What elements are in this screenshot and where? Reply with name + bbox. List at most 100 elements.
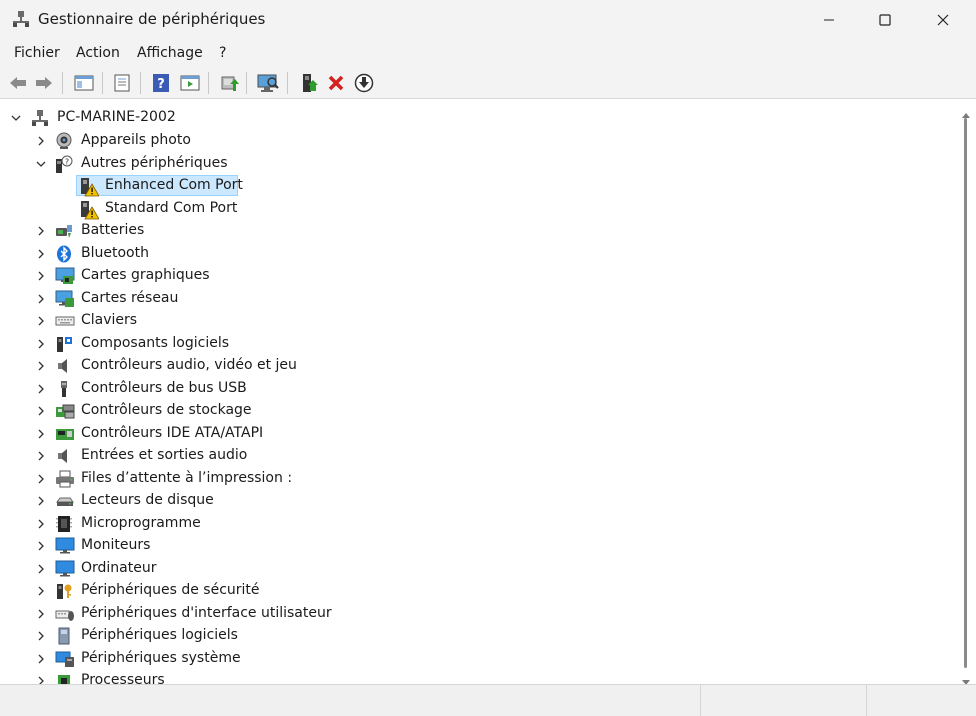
tree-item-lecteurs-de-disque[interactable]: Lecteurs de disque <box>3 490 943 512</box>
maximize-button[interactable] <box>862 0 908 40</box>
chevron-down-icon[interactable] <box>35 158 47 170</box>
tree-item-label: Batteries <box>81 222 145 238</box>
tree-item-controleurs-ide-ata-atapi[interactable]: Contrôleurs IDE ATA/ATAPI <box>3 423 943 445</box>
vertical-scrollbar[interactable] <box>957 102 975 685</box>
tree-item-composants-logiciels[interactable]: Composants logiciels <box>3 333 943 355</box>
chevron-right-icon[interactable] <box>35 473 47 485</box>
tree-item-controleurs-de-bus-usb[interactable]: Contrôleurs de bus USB <box>3 378 943 400</box>
chevron-right-icon[interactable] <box>35 450 47 462</box>
speaker-icon <box>55 357 73 375</box>
forward-arrow-icon[interactable] <box>32 71 56 95</box>
tree-item-batteries[interactable]: Batteries <box>3 220 943 242</box>
chevron-right-icon[interactable] <box>35 293 47 305</box>
title-bar: Gestionnaire de périphériques <box>0 0 976 40</box>
chevron-right-icon[interactable] <box>35 428 47 440</box>
disable-device-icon[interactable] <box>352 71 376 95</box>
enable-device-icon[interactable] <box>296 71 320 95</box>
chevron-right-icon[interactable] <box>35 315 47 327</box>
tree-item-enhanced-com-port[interactable]: Enhanced Com Port <box>3 175 943 197</box>
chevron-right-icon[interactable] <box>35 540 47 552</box>
svg-text:?: ? <box>157 77 165 92</box>
tree-item-label: Moniteurs <box>81 537 151 553</box>
chevron-right-icon[interactable] <box>35 383 47 395</box>
tree-item-controleurs-audio-video-et-jeu[interactable]: Contrôleurs audio, vidéo et jeu <box>3 355 943 377</box>
chevron-right-icon[interactable] <box>35 135 47 147</box>
monitor-icon <box>55 537 75 555</box>
tree-item-entrees-et-sorties-audio[interactable]: Entrées et sorties audio <box>3 445 943 467</box>
scroll-thumb[interactable] <box>964 118 967 668</box>
chevron-right-icon[interactable] <box>35 585 47 597</box>
show-hide-console-tree-icon[interactable] <box>72 71 96 95</box>
tree-item-microprogramme[interactable]: Microprogramme <box>3 513 943 535</box>
menu-bar: Fichier Action Affichage ? <box>0 40 976 68</box>
properties-icon[interactable] <box>110 71 134 95</box>
device-tree[interactable]: PC-MARINE-2002 Appareils photo ? Autres pé… <box>3 102 956 684</box>
tree-item-moniteurs[interactable]: Moniteurs <box>3 535 943 557</box>
chevron-right-icon[interactable] <box>35 360 47 372</box>
tree-item-label: Contrôleurs de bus USB <box>81 380 247 396</box>
chevron-right-icon[interactable] <box>35 225 47 237</box>
tree-item-label: Périphériques d'interface utilisateur <box>81 605 332 621</box>
toolbar-separator <box>140 72 141 94</box>
tree-root[interactable]: PC-MARINE-2002 <box>3 107 943 129</box>
warning-device-icon <box>79 177 100 197</box>
toolbar: ? <box>0 68 976 99</box>
tree-item-label: Cartes réseau <box>81 290 179 306</box>
tree-item-autres-peripheriques[interactable]: ? Autres périphériques <box>3 153 943 175</box>
menu-help[interactable]: ? <box>219 45 226 61</box>
tree-item-files-d-attente-a-l-impression[interactable]: Files d’attente à l’impression : <box>3 468 943 490</box>
update-driver-icon[interactable] <box>217 71 241 95</box>
tree-item-peripheriques-d-interface-utilisateur[interactable]: Périphériques d'interface utilisateur <box>3 603 943 625</box>
unknown-device-icon: ? <box>55 155 73 173</box>
chevron-right-icon[interactable] <box>35 248 47 260</box>
help-icon[interactable]: ? <box>149 71 173 95</box>
tree-item-label: Contrôleurs IDE ATA/ATAPI <box>81 425 264 441</box>
tree-item-label: Appareils photo <box>81 132 191 148</box>
tree-item-bluetooth[interactable]: Bluetooth <box>3 243 943 265</box>
display-adapter-icon <box>55 267 75 285</box>
tree-item-standard-com-port[interactable]: Standard Com Port <box>3 198 943 220</box>
close-button[interactable] <box>920 0 966 40</box>
tree-item-claviers[interactable]: Claviers <box>3 310 943 332</box>
tree-item-peripheriques-logiciels[interactable]: Périphériques logiciels <box>3 625 943 647</box>
storage-controller-icon <box>55 402 75 420</box>
chevron-right-icon[interactable] <box>35 675 47 684</box>
tree-item-cartes-reseau[interactable]: Cartes réseau <box>3 288 943 310</box>
processor-icon <box>55 672 73 684</box>
tree-item-cartes-graphiques[interactable]: Cartes graphiques <box>3 265 943 287</box>
uninstall-device-icon[interactable] <box>324 71 348 95</box>
tree-item-label: Ordinateur <box>81 560 157 576</box>
chevron-right-icon[interactable] <box>35 653 47 665</box>
tree-item-controleurs-de-stockage[interactable]: Contrôleurs de stockage <box>3 400 943 422</box>
tree-item-label: Cartes graphiques <box>81 267 210 283</box>
tree-root-label: PC-MARINE-2002 <box>57 109 176 125</box>
chevron-right-icon[interactable] <box>35 405 47 417</box>
system-device-icon <box>55 650 74 668</box>
chevron-right-icon[interactable] <box>35 270 47 282</box>
menu-action[interactable]: Action <box>76 45 120 61</box>
toolbar-separator <box>62 72 63 94</box>
chevron-right-icon[interactable] <box>35 563 47 575</box>
menu-fichier[interactable]: Fichier <box>14 45 60 61</box>
chevron-right-icon[interactable] <box>35 338 47 350</box>
tree-item-label: Standard Com Port <box>105 200 238 216</box>
chevron-right-icon[interactable] <box>35 518 47 530</box>
tree-item-appareils-photo[interactable]: Appareils photo <box>3 130 943 152</box>
tree-item-processeurs[interactable]: Processeurs <box>3 670 943 684</box>
menu-affichage[interactable]: Affichage <box>137 45 203 61</box>
warning-device-icon <box>79 200 100 220</box>
window-title: Gestionnaire de périphériques <box>38 10 266 28</box>
back-arrow-icon[interactable] <box>6 71 30 95</box>
chevron-right-icon[interactable] <box>35 630 47 642</box>
minimize-button[interactable] <box>806 0 852 40</box>
tree-item-peripheriques-de-securite[interactable]: Périphériques de sécurité <box>3 580 943 602</box>
chevron-down-icon[interactable] <box>10 112 22 124</box>
chevron-right-icon[interactable] <box>35 608 47 620</box>
toolbar-separator <box>287 72 288 94</box>
svg-text:?: ? <box>65 158 69 167</box>
chevron-right-icon[interactable] <box>35 495 47 507</box>
action-pane-icon[interactable] <box>178 71 202 95</box>
scan-hardware-icon[interactable] <box>256 71 280 95</box>
tree-item-peripheriques-systeme[interactable]: Périphériques système <box>3 648 943 670</box>
tree-item-ordinateur[interactable]: Ordinateur <box>3 558 943 580</box>
